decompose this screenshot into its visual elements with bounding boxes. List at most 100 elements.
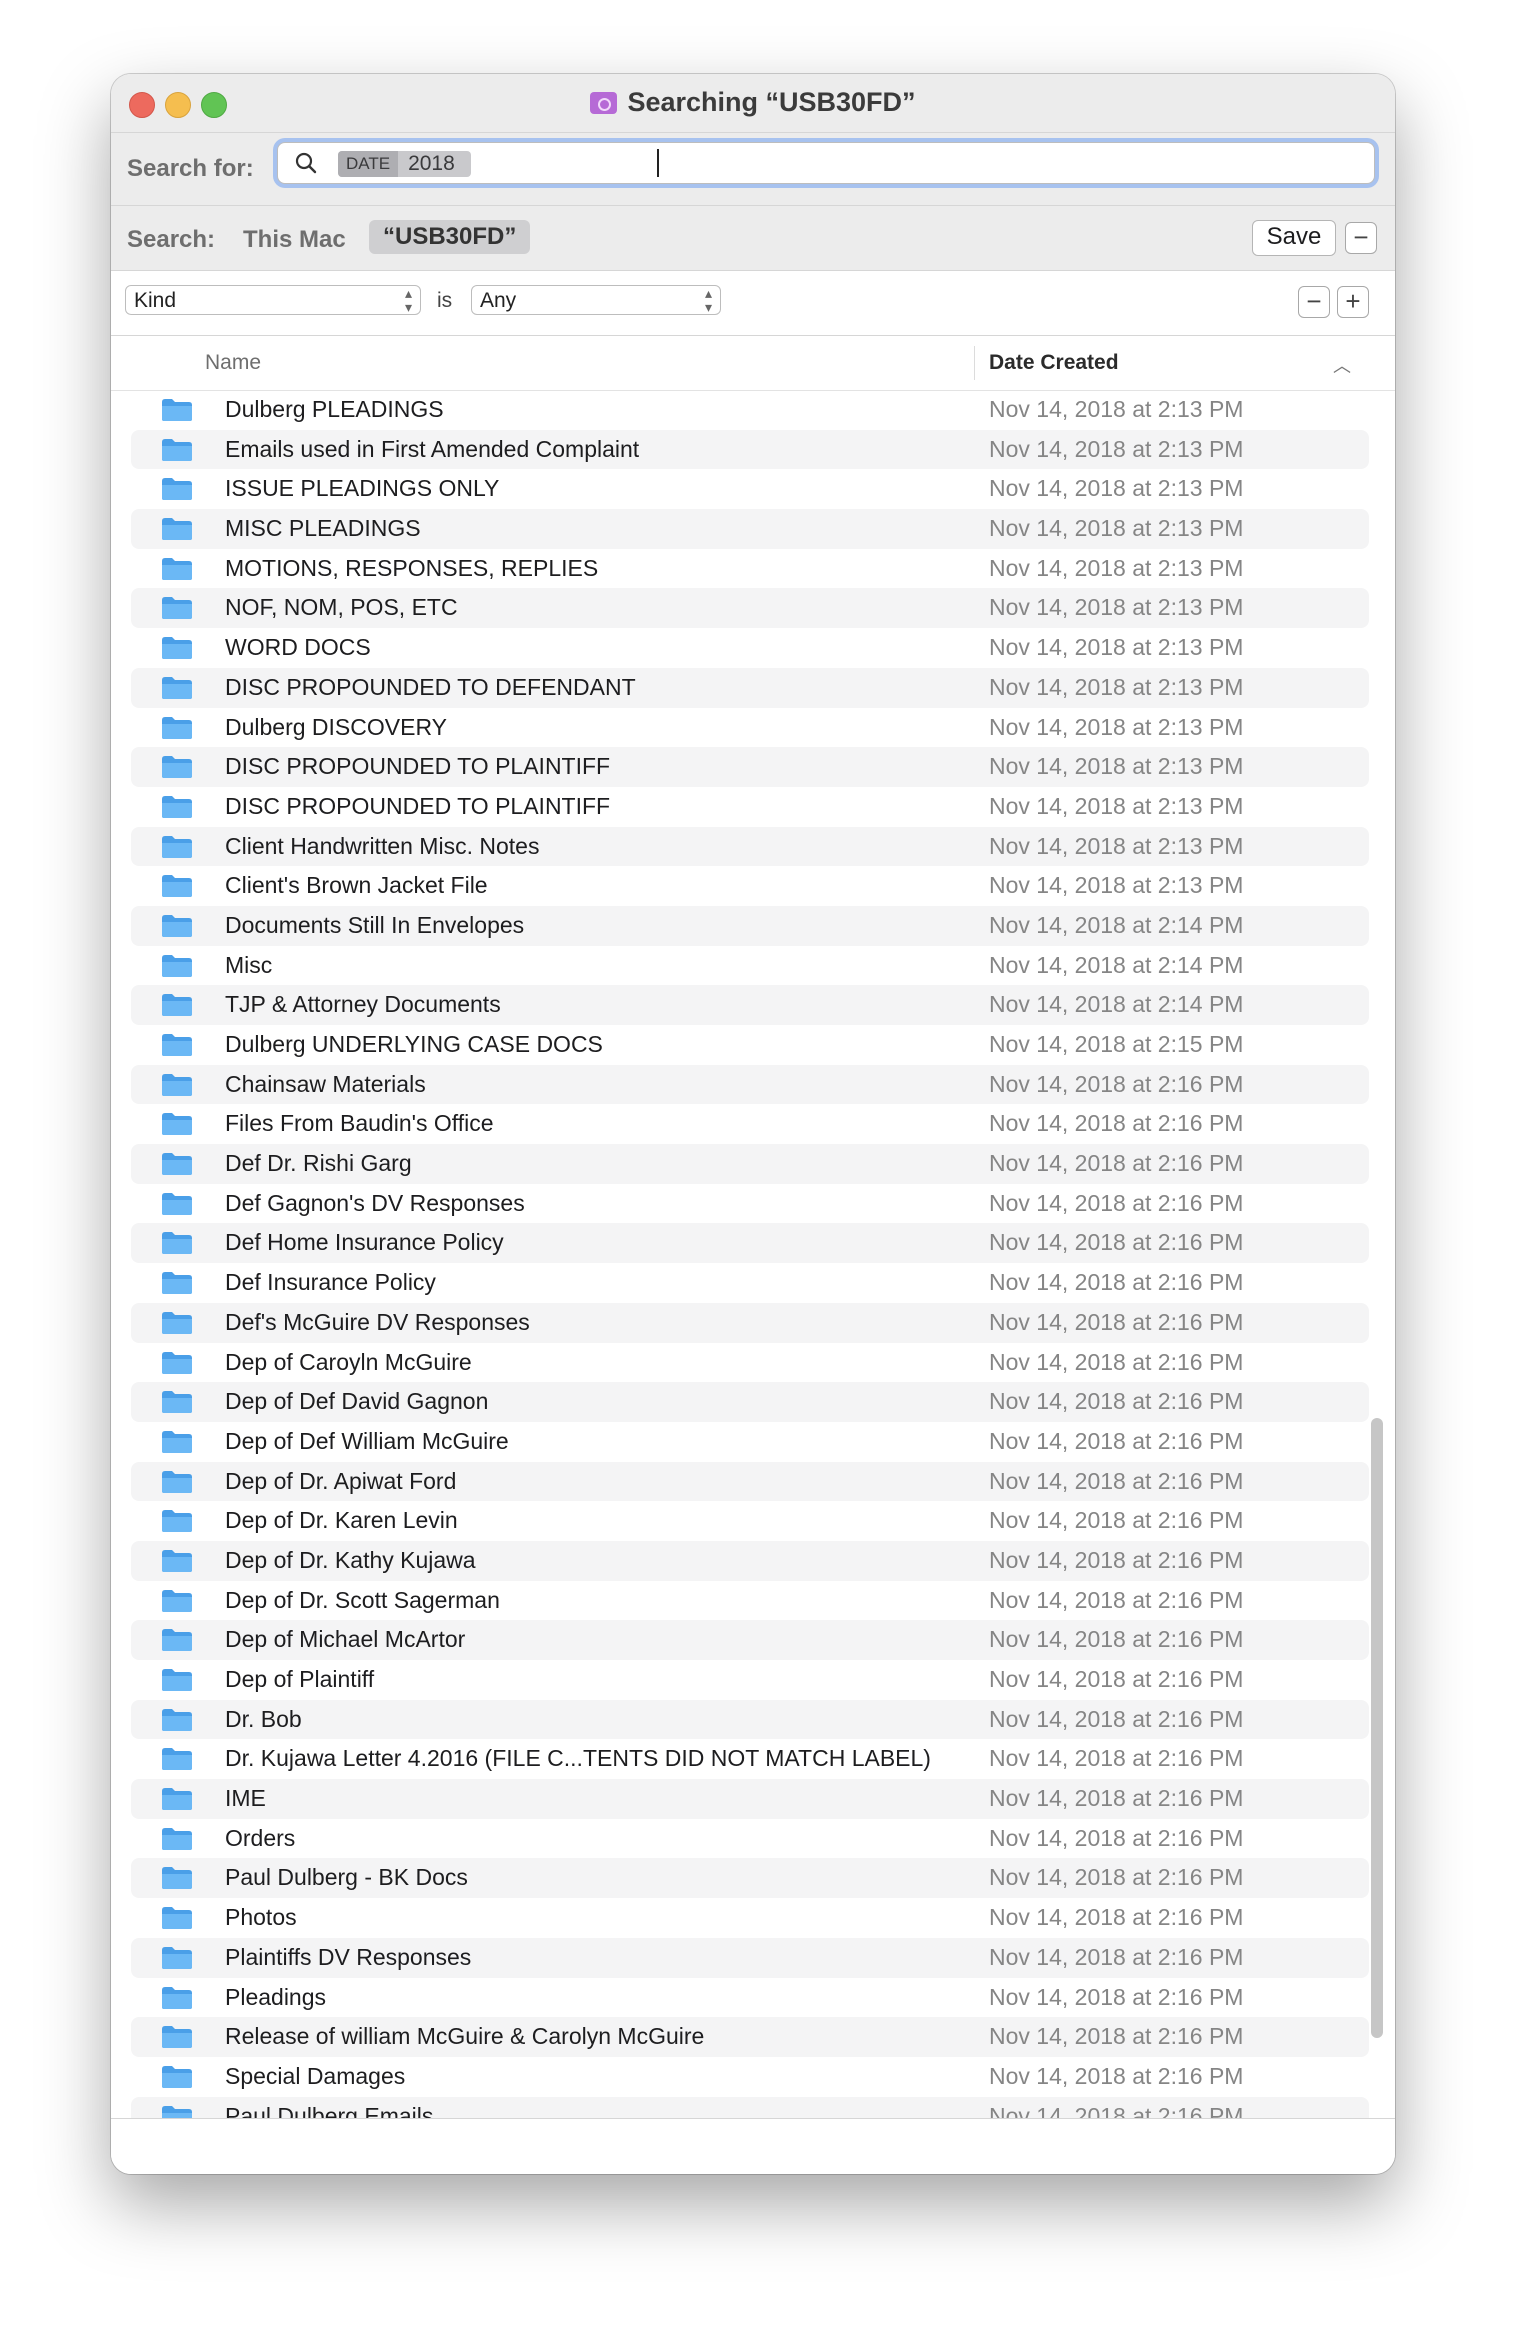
column-date-created[interactable]: Date Created: [989, 351, 1119, 375]
list-item[interactable]: Dep of Michael McArtor Nov 14, 2018 at 2:…: [131, 1620, 1369, 1660]
list-item[interactable]: Dep of Def William McGuire Nov 14, 2018 a…: [131, 1422, 1369, 1462]
attribute-popup[interactable]: Kind ▴ ▾: [125, 285, 421, 315]
list-item[interactable]: Def Insurance Policy Nov 14, 2018 at 2:16…: [131, 1263, 1369, 1303]
list-item[interactable]: Def's McGuire DV Responses Nov 14, 2018 a…: [131, 1302, 1369, 1343]
folder-icon: [162, 1748, 192, 1771]
smart-folder-icon: [590, 92, 618, 114]
folder-icon: [162, 2065, 192, 2088]
save-button[interactable]: Save: [1252, 220, 1336, 256]
list-item[interactable]: Client Handwritten Misc. Notes Nov 14, 20…: [131, 826, 1369, 867]
list-item[interactable]: Photos Nov 14, 2018 at 2:16 PM: [131, 1898, 1369, 1938]
folder-icon: [162, 1946, 192, 1969]
item-date-created: Nov 14, 2018 at 2:16 PM: [989, 1943, 1244, 1970]
folder-icon: [162, 1827, 192, 1850]
item-date-created: Nov 14, 2018 at 2:16 PM: [989, 1983, 1244, 2010]
list-item[interactable]: Dulberg PLEADINGS Nov 14, 2018 at 2:13 PM: [131, 390, 1369, 430]
item-name: WORD DOCS: [225, 634, 371, 661]
item-name: Client Handwritten Misc. Notes: [225, 832, 540, 859]
folder-icon: [162, 716, 192, 739]
list-item[interactable]: MISC PLEADINGS Nov 14, 2018 at 2:13 PM: [131, 509, 1369, 549]
list-item[interactable]: Dep of Dr. Scott Sagerman Nov 14, 2018 at…: [131, 1581, 1369, 1621]
folder-icon: [162, 1549, 192, 1572]
list-item[interactable]: Paul Dulberg - BK Docs Nov 14, 2018 at 2:…: [131, 1858, 1369, 1899]
search-token-value: 2018: [408, 152, 455, 175]
list-item[interactable]: Client's Brown Jacket File Nov 14, 2018 a…: [131, 866, 1369, 906]
column-name[interactable]: Name: [205, 351, 261, 375]
popup-arrows-icon: ▴ ▾: [404, 285, 412, 315]
folder-icon: [162, 1232, 192, 1255]
folder-icon: [162, 1669, 192, 1691]
folder-icon: [162, 1351, 192, 1374]
list-item[interactable]: Chainsaw Materials Nov 14, 2018 at 2:16 P…: [131, 1064, 1369, 1105]
folder-icon: [162, 1153, 192, 1176]
list-item[interactable]: Dr. Bob Nov 14, 2018 at 2:16 PM: [131, 1699, 1369, 1740]
item-name: Def Home Insurance Policy: [225, 1229, 504, 1256]
list-item[interactable]: Def Gagnon's DV Responses Nov 14, 2018 at…: [131, 1184, 1369, 1224]
list-item[interactable]: WORD DOCS Nov 14, 2018 at 2:13 PM: [131, 628, 1369, 668]
item-date-created: Nov 14, 2018 at 2:16 PM: [989, 1745, 1244, 1772]
list-item[interactable]: Emails used in First Amended Complaint No…: [131, 429, 1369, 470]
list-item[interactable]: Misc Nov 14, 2018 at 2:14 PM: [131, 946, 1369, 986]
list-item[interactable]: Pleadings Nov 14, 2018 at 2:16 PM: [131, 1978, 1369, 2018]
item-date-created: Nov 14, 2018 at 2:13 PM: [989, 634, 1244, 661]
remove-scope-button[interactable]: −: [1345, 222, 1377, 254]
search-token[interactable]: DATE 2018: [338, 151, 471, 177]
list-item[interactable]: Orders Nov 14, 2018 at 2:16 PM: [131, 1819, 1369, 1859]
item-name: Photos: [225, 1904, 297, 1931]
list-item[interactable]: Release of william McGuire & Carolyn McG…: [131, 2017, 1369, 2057]
folder-icon: [162, 914, 192, 937]
folder-icon: [162, 478, 192, 501]
item-name: Dep of Dr. Kathy Kujawa: [225, 1546, 476, 1573]
list-item[interactable]: ISSUE PLEADINGS ONLY Nov 14, 2018 at 2:13…: [131, 469, 1369, 509]
folder-icon: [162, 835, 192, 858]
list-item[interactable]: DISC PROPOUNDED TO PLAINTIFF Nov 14, 2018…: [131, 787, 1369, 827]
list-item[interactable]: NOF, NOM, POS, ETC Nov 14, 2018 at 2:13 P…: [131, 588, 1369, 629]
list-item[interactable]: TJP & Attorney Documents Nov 14, 2018 at …: [131, 985, 1369, 1025]
item-name: NOF, NOM, POS, ETC: [225, 594, 458, 621]
list-item[interactable]: Documents Still In Envelopes Nov 14, 2018…: [131, 905, 1369, 946]
search-token-kind: DATE: [338, 151, 399, 177]
list-item[interactable]: Dep of Dr. Kathy Kujawa Nov 14, 2018 at 2…: [131, 1540, 1369, 1581]
folder-icon: [162, 994, 192, 1017]
sort-ascending-icon[interactable]: ︿: [1333, 352, 1351, 378]
list-item[interactable]: DISC PROPOUNDED TO DEFENDANT Nov 14, 2018…: [131, 667, 1369, 708]
list-item[interactable]: Dulberg UNDERLYING CASE DOCS Nov 14, 2018…: [131, 1025, 1369, 1065]
item-date-created: Nov 14, 2018 at 2:13 PM: [989, 396, 1244, 422]
list-item[interactable]: Def Home Insurance Policy Nov 14, 2018 at…: [131, 1223, 1369, 1264]
list-item[interactable]: DISC PROPOUNDED TO PLAINTIFF Nov 14, 2018…: [131, 747, 1369, 787]
list-item[interactable]: IME Nov 14, 2018 at 2:16 PM: [131, 1779, 1369, 1819]
list-item[interactable]: Dep of Caroyln McGuire Nov 14, 2018 at 2:…: [131, 1343, 1369, 1383]
item-name: Dep of Def David Gagnon: [225, 1388, 489, 1415]
list-item[interactable]: Files From Baudin's Office Nov 14, 2018 a…: [131, 1104, 1369, 1144]
list-item[interactable]: Plaintiffs DV Responses Nov 14, 2018 at 2…: [131, 1937, 1369, 1978]
scope-volume[interactable]: “USB30FD”: [369, 220, 531, 254]
vertical-scrollbar[interactable]: [1371, 1418, 1383, 2038]
value-popup[interactable]: Any ▴ ▾: [471, 285, 721, 315]
scope-label: Search:: [127, 226, 216, 253]
scope-this-mac[interactable]: This Mac: [243, 226, 346, 254]
list-item[interactable]: Dep of Dr. Apiwat Ford Nov 14, 2018 at 2:…: [131, 1461, 1369, 1502]
item-name: Def Insurance Policy: [225, 1269, 436, 1296]
list-item[interactable]: Def Dr. Rishi Garg Nov 14, 2018 at 2:16 P…: [131, 1144, 1369, 1184]
item-date-created: Nov 14, 2018 at 2:16 PM: [989, 1864, 1244, 1891]
item-date-created: Nov 14, 2018 at 2:13 PM: [989, 673, 1244, 700]
column-separator[interactable]: [974, 346, 975, 380]
list-item[interactable]: Dep of Def David Gagnon Nov 14, 2018 at 2…: [131, 1382, 1369, 1422]
folder-icon: [162, 954, 192, 977]
search-input[interactable]: DATE 2018: [277, 142, 1375, 184]
item-date-created: Nov 14, 2018 at 2:16 PM: [989, 1070, 1244, 1097]
folder-icon: [162, 676, 192, 699]
list-item[interactable]: Dep of Dr. Karen Levin Nov 14, 2018 at 2:…: [131, 1501, 1369, 1541]
list-item[interactable]: Dep of Plaintiff Nov 14, 2018 at 2:16 PM: [131, 1660, 1369, 1700]
list-item[interactable]: Dulberg DISCOVERY Nov 14, 2018 at 2:13 PM: [131, 708, 1369, 748]
list-item[interactable]: Special Damages Nov 14, 2018 at 2:16 PM: [131, 2057, 1369, 2097]
item-name: Dulberg UNDERLYING CASE DOCS: [225, 1031, 603, 1057]
folder-icon: [162, 438, 192, 461]
remove-criteria-button[interactable]: −: [1298, 286, 1330, 318]
list-item[interactable]: MOTIONS, RESPONSES, REPLIES Nov 14, 2018 …: [131, 549, 1369, 589]
path-bar: [111, 2118, 1395, 2174]
item-name: Plaintiffs DV Responses: [225, 1943, 472, 1970]
list-item[interactable]: Dr. Kujawa Letter 4.2016 (FILE C...TENTS…: [131, 1739, 1369, 1779]
add-criteria-button[interactable]: +: [1337, 286, 1369, 318]
item-date-created: Nov 14, 2018 at 2:13 PM: [989, 435, 1244, 462]
